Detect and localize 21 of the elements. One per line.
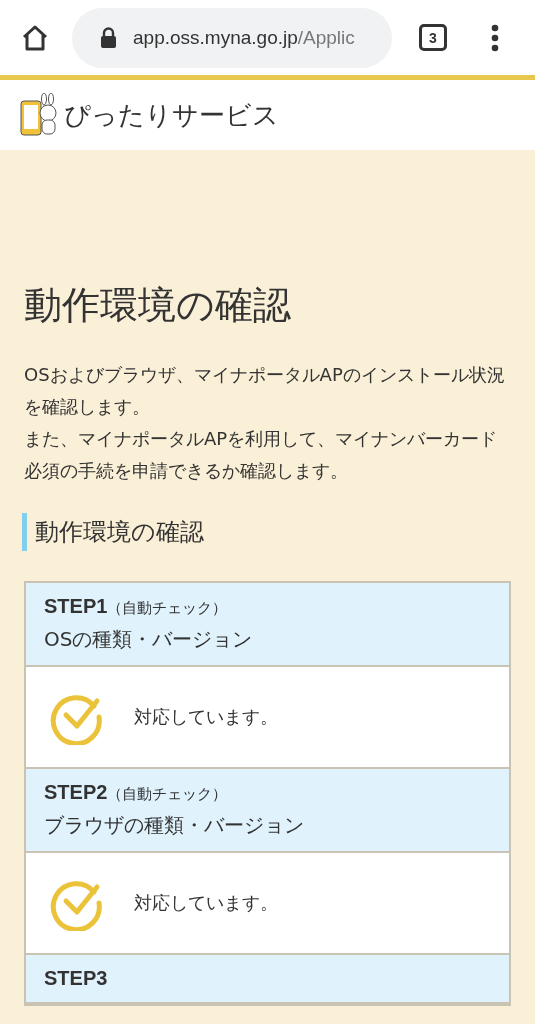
step-number: STEP2: [44, 781, 108, 804]
step-number: STEP3: [44, 967, 108, 990]
step-title: ブラウザの種類・バージョン: [44, 812, 305, 839]
step-note: （自動チェック）: [107, 599, 228, 618]
home-icon[interactable]: [20, 23, 50, 52]
url-path: /Applic: [297, 26, 355, 48]
url-host: app.oss.myna.go.jp: [133, 26, 298, 48]
step-note: （自動チェック）: [107, 785, 228, 804]
intro-text: OSおよびブラウザ、マイナポータルAPのインストール状況を確認します。: [24, 363, 506, 419]
address-bar[interactable]: app.oss.myna.go.jp/Applic: [72, 7, 392, 68]
section-heading: 動作環境の確認: [22, 513, 511, 551]
lock-icon: [100, 26, 117, 49]
step-number: STEP1: [44, 595, 108, 618]
result-text: 対応しています。: [134, 705, 278, 729]
logo-drawing[interactable]: [20, 93, 60, 137]
result-text: 対応しています。: [134, 891, 278, 915]
page-title: 動作環境の確認: [24, 282, 292, 329]
step-title: OSの種類・バージョン: [44, 626, 254, 653]
intro-text: また、マイナポータルAPを利用して、マイナンバーカード必須の手続を申請できるか確認します。: [24, 427, 499, 483]
menu-icon[interactable]: [491, 23, 499, 52]
tab-count-button[interactable]: 3: [419, 24, 447, 51]
